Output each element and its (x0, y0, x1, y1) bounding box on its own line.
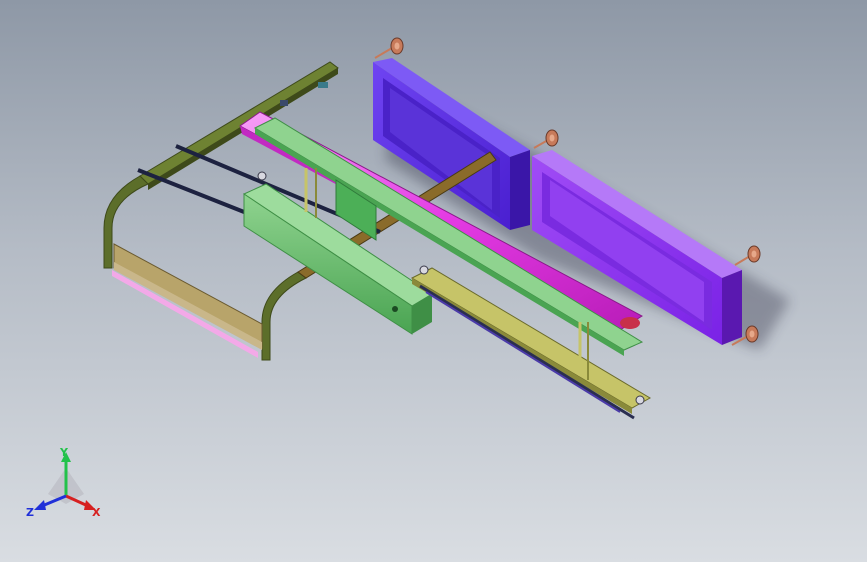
z-axis-label: Z (26, 506, 34, 519)
coordinate-triad[interactable]: Y X Z (22, 446, 112, 526)
z-arrow-head (34, 500, 46, 510)
base-plate[interactable] (112, 243, 263, 358)
assembly-model[interactable] (0, 0, 867, 562)
y-axis-label: Y (59, 446, 69, 459)
cad-viewport[interactable]: Y X Z (0, 0, 867, 562)
x-axis-label: X (92, 506, 101, 519)
bolt-top-middle (533, 129, 559, 149)
bolt-top-left (374, 37, 404, 59)
bolt-right-upper (734, 245, 761, 266)
